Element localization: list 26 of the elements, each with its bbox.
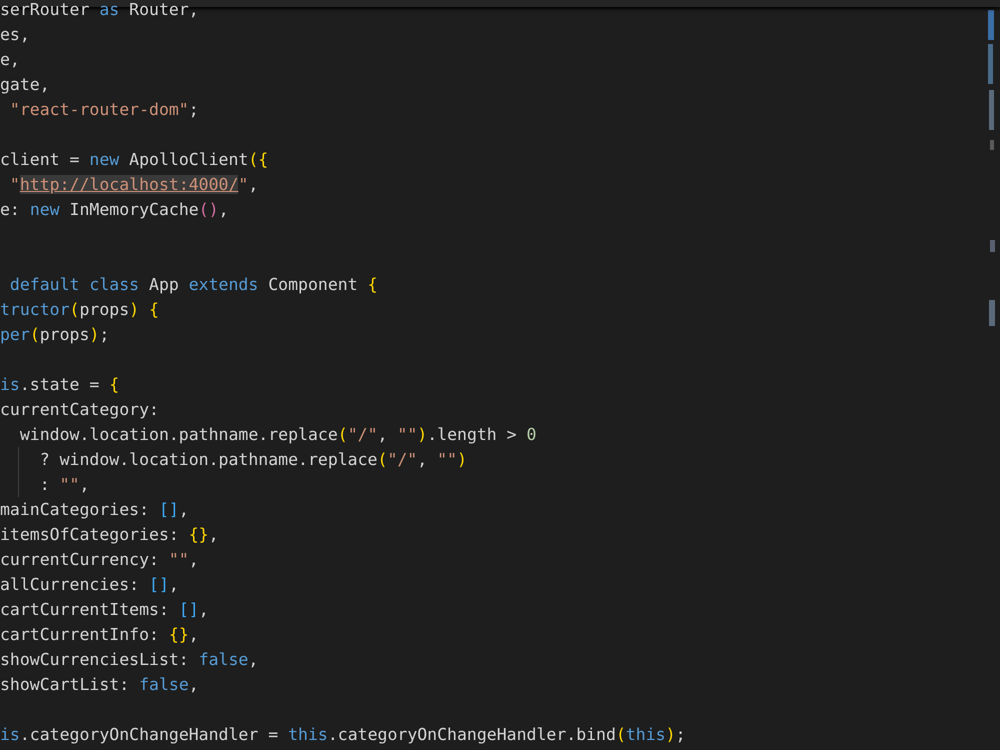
code-line: per(props); [0,324,110,346]
code-line: itemsOfCategories: {}, [0,524,219,546]
code-line: e: new InMemoryCache(), [0,199,229,221]
code-line: cartCurrentItems: [], [0,599,209,621]
code-line: is.categoryOnChangeHandler = this.categoryOnChangeHandler.bind(this); [0,724,686,746]
code-line: currentCategory: [0,399,159,421]
code-line: "http://localhost:4000/", [8,174,258,196]
code-line: is.state = { [0,374,120,396]
code-line: tructor(props) { [0,299,159,321]
code-line: window.location.pathname.replace("/", "").length > 0 [18,424,536,446]
code-line: serRouter as Router, [0,0,199,21]
code-line: client = new ApolloClient({ [0,149,268,171]
code-line: e, [0,49,20,71]
code-line: showCurrenciesList: false, [0,649,258,671]
code-line: allCurrencies: [], [0,574,179,596]
code-line: : "", [38,474,90,496]
code-line: ? window.location.pathname.replace("/", "") [38,449,467,471]
code-line: "react-router-dom"; [8,99,199,121]
code-line: gate, [0,74,50,96]
code-line: cartCurrentInfo: {}, [0,624,199,646]
code-line: default class App extends Component { [8,274,378,296]
code-line: currentCurrency: "", [0,549,199,571]
code-line: mainCategories: [], [0,499,189,521]
url-link[interactable]: http://localhost:4000/ [20,175,238,194]
code-line: showCartList: false, [0,674,199,696]
code-line: es, [0,24,30,46]
